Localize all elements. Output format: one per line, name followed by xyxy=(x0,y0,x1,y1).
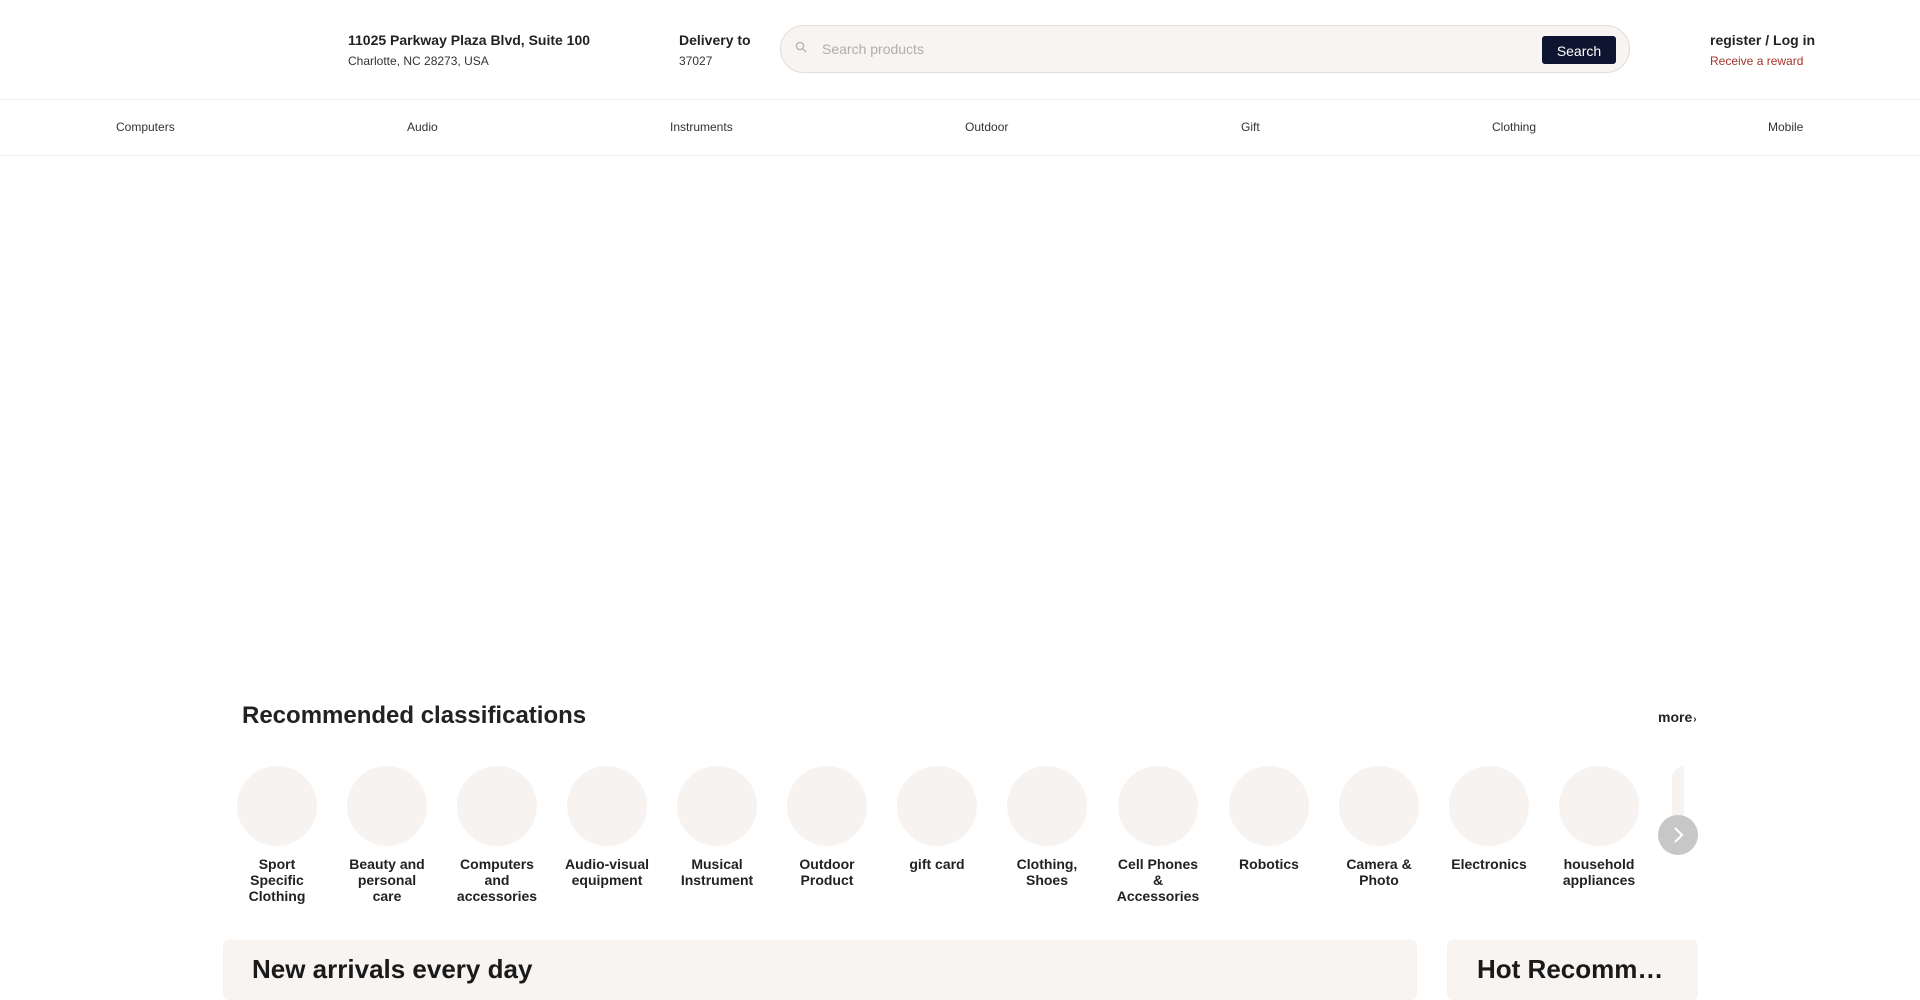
category-item[interactable]: Musical Instrument xyxy=(672,766,762,888)
category-item[interactable]: household appliances xyxy=(1554,766,1644,888)
category-image xyxy=(457,766,537,846)
category-image xyxy=(1007,766,1087,846)
category-item[interactable]: gift card xyxy=(892,766,982,872)
category-item[interactable]: Clothing, Shoes xyxy=(1002,766,1092,888)
category-label: Cell Phones & Accessories xyxy=(1116,856,1200,904)
category-image xyxy=(787,766,867,846)
category-image xyxy=(1559,766,1639,846)
nav-item-mobile[interactable]: Mobile xyxy=(1768,120,1803,134)
delivery-label[interactable]: Delivery to xyxy=(679,32,751,48)
nav-item-clothing[interactable]: Clothing xyxy=(1492,120,1536,134)
delivery-zip: 37027 xyxy=(679,54,713,68)
search-button[interactable]: Search xyxy=(1542,36,1616,64)
category-image xyxy=(677,766,757,846)
category-item[interactable]: Audio-visual equipment xyxy=(562,766,652,888)
category-item[interactable]: Sport Specific Clothing xyxy=(232,766,322,904)
recommended-title: Recommended classifications xyxy=(242,702,587,729)
category-image xyxy=(1229,766,1309,846)
category-label: Clothing, Shoes xyxy=(1016,856,1078,888)
category-image xyxy=(347,766,427,846)
category-label: Outdoor Product xyxy=(799,856,855,888)
search-input[interactable] xyxy=(822,37,1522,61)
new-arrivals-title: New arrivals every day xyxy=(252,954,533,984)
hot-recommendations-title: Hot Recommendations xyxy=(1477,954,1677,984)
category-item[interactable]: Beauty and personal care xyxy=(342,766,432,904)
category-image xyxy=(567,766,647,846)
category-image xyxy=(1118,766,1198,846)
chevron-right-icon: › xyxy=(1693,714,1697,725)
category-image xyxy=(1449,766,1529,846)
more-link[interactable]: more› xyxy=(1658,709,1697,725)
carousel-next-button[interactable] xyxy=(1658,815,1698,855)
category-label: gift card xyxy=(909,856,965,872)
category-item[interactable]: Robotics xyxy=(1224,766,1314,872)
category-item[interactable]: Electronics xyxy=(1444,766,1534,872)
nav-item-instruments[interactable]: Instruments xyxy=(670,120,733,134)
search-icon xyxy=(795,41,807,53)
category-item[interactable]: Computers and accessories xyxy=(452,766,542,904)
category-label: Electronics xyxy=(1451,856,1527,872)
category-label: Musical Instrument xyxy=(680,856,754,888)
receive-reward-link[interactable]: Receive a reward xyxy=(1710,54,1803,68)
chevron-right-icon xyxy=(1674,827,1684,843)
nav-item-gift[interactable]: Gift xyxy=(1241,120,1260,134)
nav-item-audio[interactable]: Audio xyxy=(407,120,438,134)
address-line-1[interactable]: 11025 Parkway Plaza Blvd, Suite 100 xyxy=(348,32,590,48)
category-label: Robotics xyxy=(1239,856,1299,872)
category-image xyxy=(237,766,317,846)
category-label: Camera & Photo xyxy=(1346,856,1412,888)
category-label: Sport Specific Clothing xyxy=(248,856,306,904)
category-item[interactable]: Cell Phones & Accessories xyxy=(1113,766,1203,904)
site-header: 11025 Parkway Plaza Blvd, Suite 100 Char… xyxy=(0,0,1920,100)
category-image xyxy=(1339,766,1419,846)
category-label: household appliances xyxy=(1562,856,1636,888)
category-label: Beauty and personal care xyxy=(349,856,425,904)
category-nav: Computers Audio Instruments Outdoor Gift… xyxy=(0,100,1920,156)
register-login-link[interactable]: register / Log in xyxy=(1710,32,1815,48)
nav-item-computers[interactable]: Computers xyxy=(116,120,175,134)
more-label: more xyxy=(1658,709,1693,725)
category-item[interactable]: Outdoor Product xyxy=(782,766,872,888)
nav-item-outdoor[interactable]: Outdoor xyxy=(965,120,1008,134)
category-label: Computers and accessories xyxy=(456,856,538,904)
category-image xyxy=(897,766,977,846)
address-line-2: Charlotte, NC 28273, USA xyxy=(348,54,489,68)
category-label: Audio-visual equipment xyxy=(564,856,649,888)
category-item[interactable]: Camera & Photo xyxy=(1334,766,1424,888)
